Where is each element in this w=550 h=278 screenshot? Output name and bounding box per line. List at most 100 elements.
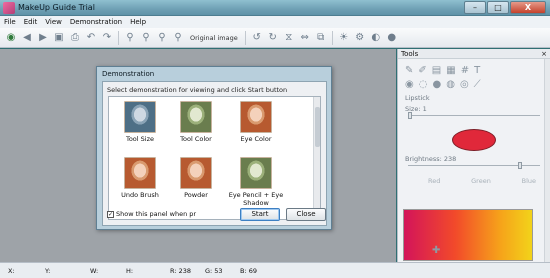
section-lipstick: Lipstick xyxy=(405,94,430,102)
show-panel-label: Show this panel when pr xyxy=(116,210,197,218)
demo-list: Tool Size Tool Color Eye Color Undo Brus… xyxy=(108,96,321,220)
demo-thumbnail xyxy=(180,157,212,189)
powder-icon[interactable]: ◎ xyxy=(460,79,469,90)
original-image-button[interactable]: Original image xyxy=(187,34,241,42)
demo-label: Tool Color xyxy=(180,135,212,143)
tools-close-icon[interactable]: × xyxy=(541,49,547,59)
picker-crosshair-icon: ✚ xyxy=(432,245,441,256)
demo-label: Eye Color xyxy=(240,135,272,143)
menu-demonstration[interactable]: Demonstration xyxy=(69,16,123,28)
brush-icon[interactable]: ✐ xyxy=(418,65,426,76)
circle-icon[interactable]: ● xyxy=(385,31,399,45)
demo-item-powder[interactable]: Powder xyxy=(167,157,225,199)
menu-file[interactable]: File xyxy=(3,16,17,28)
eye-icon[interactable]: ◉ xyxy=(405,79,414,90)
rotate-left-icon[interactable]: ↺ xyxy=(250,31,264,45)
maximize-button[interactable]: □ xyxy=(487,1,509,14)
brightness-slider[interactable] xyxy=(408,162,540,171)
close-window-button[interactable]: X xyxy=(510,1,546,14)
brightness-label: Brightness: 238 xyxy=(405,155,457,163)
zoom-out-icon[interactable]: ⚲ xyxy=(139,31,153,45)
layers-icon[interactable]: ▤ xyxy=(432,65,441,76)
eyebrow-icon[interactable]: ⟋ xyxy=(474,79,481,90)
print-icon[interactable]: ⎙ xyxy=(68,31,82,45)
rgb-labels: Red Green Blue xyxy=(398,177,550,185)
pencil-icon[interactable]: ✎ xyxy=(405,65,413,76)
window-controls: – □ X xyxy=(464,1,546,14)
face-icon[interactable]: ◍ xyxy=(446,79,455,90)
open-image-icon[interactable]: ◉ xyxy=(4,31,18,45)
cheek-icon[interactable]: ● xyxy=(432,79,441,90)
flip-icon[interactable]: ⧖ xyxy=(282,31,296,45)
start-button[interactable]: Start xyxy=(240,208,280,221)
tools-panel: Tools × ✎ ✐ ▤ ▦ # T ◉ ◌ ● ◍ ◎ ⟋ Lipstick… xyxy=(397,49,550,262)
undo-icon[interactable]: ↶ xyxy=(84,31,98,45)
toolbar-separator xyxy=(244,30,246,45)
demo-thumbnail xyxy=(240,101,272,133)
blue-label: Blue xyxy=(521,177,536,185)
forward-icon[interactable]: ▶ xyxy=(36,31,50,45)
green-label: Green xyxy=(471,177,491,185)
tools-scrollbar[interactable] xyxy=(544,59,550,262)
scrollbar-thumb[interactable] xyxy=(315,107,320,147)
menu-edit[interactable]: Edit xyxy=(23,16,39,28)
brightness-icon[interactable]: ☀ xyxy=(337,31,351,45)
demo-list-scrollbar[interactable] xyxy=(313,97,320,219)
red-label: Red xyxy=(428,177,441,185)
status-w: W: xyxy=(90,267,99,275)
contrast-icon[interactable]: ◐ xyxy=(369,31,383,45)
demonstration-dialog: Demonstration Select demonstration for v… xyxy=(96,66,332,230)
title-bar: MakeUp Guide Trial – □ X xyxy=(0,0,550,16)
status-x: X: xyxy=(8,267,15,275)
status-bar: X: Y: W: H: R: 238 G: 53 B: 69 xyxy=(0,262,550,278)
size-slider[interactable] xyxy=(408,112,540,121)
toolbar-separator xyxy=(331,30,333,45)
toolbar: ◉ ◀ ▶ ▣ ⎙ ↶ ↷ ⚲ ⚲ ⚲ ⚲ Original image ↺ ↻… xyxy=(0,28,550,48)
close-button[interactable]: Close xyxy=(286,208,326,221)
brightness-slider-knob[interactable] xyxy=(518,162,522,169)
menu-help[interactable]: Help xyxy=(129,16,147,28)
demo-label: Eye Pencil + Eye Shadow xyxy=(228,191,284,207)
window-title: MakeUp Guide Trial xyxy=(18,3,95,12)
redo-icon[interactable]: ↷ xyxy=(100,31,114,45)
save-icon[interactable]: ▣ xyxy=(52,31,66,45)
tool-row-1: ✎ ✐ ▤ ▦ # T xyxy=(398,63,550,77)
demo-item-tool-color[interactable]: Tool Color xyxy=(167,101,225,143)
status-y: Y: xyxy=(45,267,51,275)
crop-icon[interactable]: ⧉ xyxy=(314,31,328,45)
zoom-fit-icon[interactable]: ⚲ xyxy=(155,31,169,45)
tools-title: Tools xyxy=(401,50,419,58)
minimize-button[interactable]: – xyxy=(464,1,486,14)
fill-icon[interactable]: ▦ xyxy=(446,65,455,76)
show-panel-checkbox[interactable]: ✓ xyxy=(107,210,114,218)
show-panel-row: ✓ Show this panel when pr xyxy=(107,210,196,218)
demo-item-eye-pencil[interactable]: Eye Pencil + Eye Shadow xyxy=(227,157,285,207)
color-picker[interactable]: ✚ xyxy=(403,209,533,261)
tool-row-2: ◉ ◌ ● ◍ ◎ ⟋ xyxy=(398,77,550,91)
color-swatch[interactable] xyxy=(452,129,496,151)
status-b: B: 69 xyxy=(240,267,257,275)
dialog-title: Demonstration xyxy=(102,70,155,78)
mirror-icon[interactable]: ⇔ xyxy=(298,31,312,45)
status-h: H: xyxy=(126,267,134,275)
demo-item-tool-size[interactable]: Tool Size xyxy=(111,101,169,143)
zoom-actual-icon[interactable]: ⚲ xyxy=(171,31,185,45)
status-g: G: 53 xyxy=(205,267,223,275)
dialog-body: Select demonstration for viewing and cli… xyxy=(102,81,327,226)
lips-icon[interactable]: ◌ xyxy=(419,79,428,90)
demo-item-eye-color[interactable]: Eye Color xyxy=(227,101,285,143)
text-icon[interactable]: T xyxy=(474,65,480,76)
menu-bar: File Edit View Demonstration Help xyxy=(0,16,550,28)
status-r: R: 238 xyxy=(170,267,191,275)
size-slider-knob[interactable] xyxy=(408,112,412,119)
settings-icon[interactable]: ⚙ xyxy=(353,31,367,45)
demo-item-undo-brush[interactable]: Undo Brush xyxy=(111,157,169,199)
rotate-right-icon[interactable]: ↻ xyxy=(266,31,280,45)
zoom-in-icon[interactable]: ⚲ xyxy=(123,31,137,45)
grid-icon[interactable]: # xyxy=(461,65,469,76)
back-icon[interactable]: ◀ xyxy=(20,31,34,45)
menu-view[interactable]: View xyxy=(44,16,63,28)
demo-label: Powder xyxy=(184,191,208,199)
demo-thumbnail xyxy=(240,157,272,189)
app-icon xyxy=(3,2,15,14)
